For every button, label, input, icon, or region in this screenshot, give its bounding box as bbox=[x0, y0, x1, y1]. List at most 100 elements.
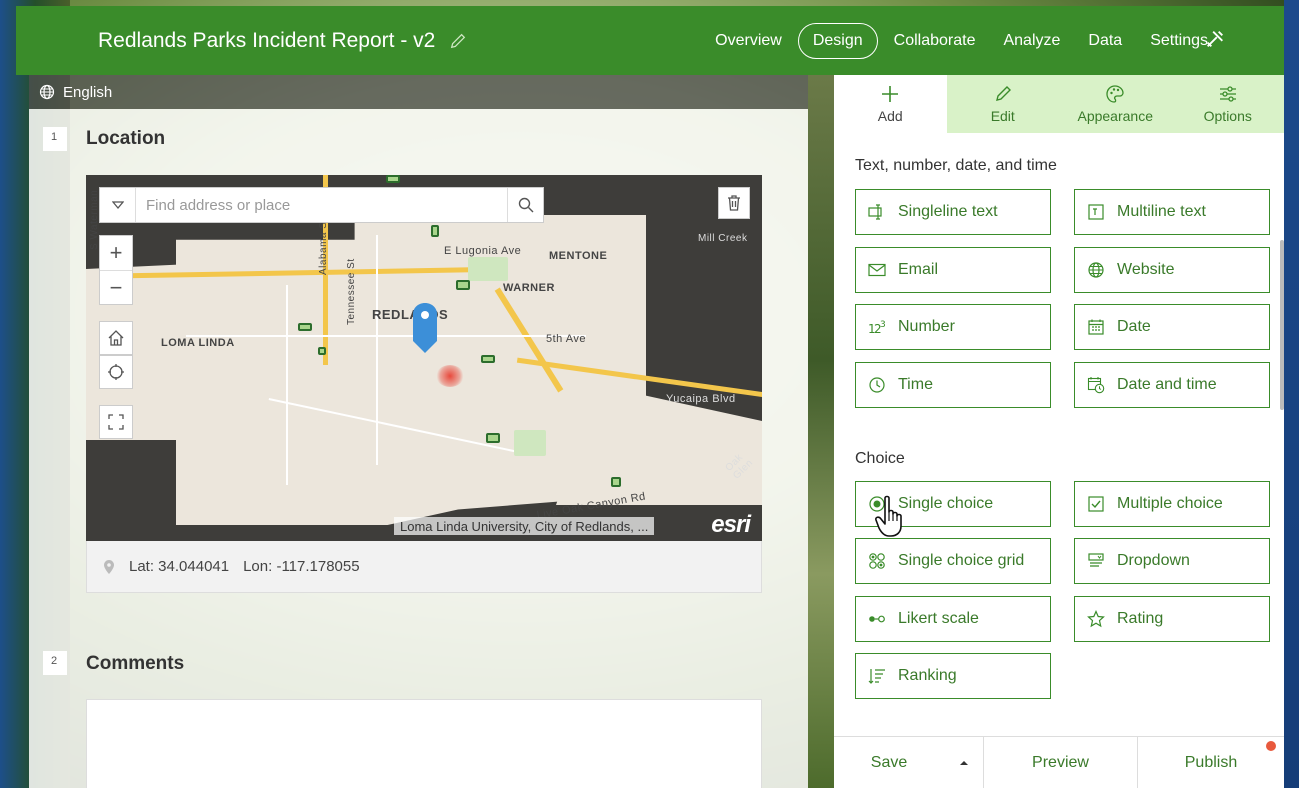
location-map[interactable]: LOMA LINDA REDLANDS MENTONE WARNER E Lug… bbox=[86, 175, 762, 541]
dropdown-icon bbox=[1088, 553, 1104, 567]
unpublished-changes-dot bbox=[1266, 741, 1276, 751]
language-bar[interactable]: English bbox=[29, 75, 808, 109]
save-options-button[interactable] bbox=[944, 737, 984, 788]
question-title-location[interactable]: Location bbox=[86, 128, 165, 150]
question-number-2: 2 bbox=[43, 651, 67, 675]
edit-title-icon[interactable] bbox=[449, 32, 467, 50]
map-park bbox=[386, 175, 400, 183]
map-label-mill-creek: Mill Creek bbox=[698, 233, 748, 244]
tools-icon[interactable] bbox=[1204, 28, 1226, 50]
number-icon: 123 bbox=[868, 320, 886, 336]
map-label-yucaipa: Yucaipa Blvd bbox=[666, 393, 736, 405]
pencil-icon bbox=[995, 86, 1011, 101]
add-likert-scale-button[interactable]: Likert scale bbox=[855, 596, 1051, 642]
nav-collaborate[interactable]: Collaborate bbox=[882, 24, 988, 58]
nav-design[interactable]: Design bbox=[797, 22, 878, 59]
map-label-lugonia: E Lugonia Ave bbox=[444, 245, 522, 257]
tab-appearance[interactable]: Appearance bbox=[1059, 75, 1172, 133]
incident-marker bbox=[436, 365, 464, 387]
search-input[interactable] bbox=[136, 196, 507, 214]
tab-add[interactable]: Add bbox=[834, 75, 947, 133]
section-title-text: Text, number, date, and time bbox=[855, 157, 1057, 174]
search-source-dropdown[interactable] bbox=[100, 188, 136, 222]
locate-button[interactable] bbox=[99, 355, 133, 389]
publish-label: Publish bbox=[1184, 753, 1238, 771]
preview-button[interactable]: Preview bbox=[984, 737, 1138, 788]
singleline-text-label: Singleline text bbox=[898, 203, 998, 220]
add-multiline-text-button[interactable]: Multiline text bbox=[1074, 189, 1270, 235]
add-date-button[interactable]: Date bbox=[1074, 304, 1270, 350]
map-attribution[interactable]: Loma Linda University, City of Redlands,… bbox=[394, 517, 655, 535]
chevron-down-icon bbox=[111, 201, 124, 210]
globe-icon bbox=[39, 84, 55, 100]
esri-logo: esri bbox=[711, 511, 751, 538]
tab-edit-label: Edit bbox=[990, 108, 1015, 124]
zoom-controls: + − bbox=[99, 235, 133, 305]
add-multiple-choice-button[interactable]: Multiple choice bbox=[1074, 481, 1270, 527]
add-dropdown-button[interactable]: Dropdown bbox=[1074, 538, 1270, 584]
add-website-button[interactable]: Website bbox=[1074, 247, 1270, 293]
zoom-out-button[interactable]: − bbox=[100, 270, 132, 304]
home-icon bbox=[108, 330, 124, 346]
caret-up-icon bbox=[959, 760, 968, 765]
sliders-icon bbox=[1219, 86, 1236, 102]
email-label: Email bbox=[898, 261, 939, 278]
add-number-button[interactable]: 123 Number bbox=[855, 304, 1051, 350]
home-button[interactable] bbox=[99, 321, 133, 355]
map-park bbox=[611, 477, 621, 487]
fullscreen-button[interactable] bbox=[99, 405, 133, 439]
svg-text:3: 3 bbox=[880, 320, 886, 330]
likert-icon bbox=[869, 615, 885, 623]
panel-tabs: Add Edit Appearance Options bbox=[834, 75, 1284, 133]
map-label-alabama: Alabama St bbox=[318, 218, 329, 275]
save-button[interactable]: Save bbox=[834, 737, 944, 788]
location-pin-icon[interactable] bbox=[412, 301, 438, 355]
section-title-choice: Choice bbox=[855, 450, 905, 467]
rating-label: Rating bbox=[1117, 610, 1164, 627]
latitude-value: Lat: 34.044041 bbox=[129, 558, 230, 575]
add-rating-button[interactable]: Rating bbox=[1074, 596, 1270, 642]
website-label: Website bbox=[1117, 261, 1175, 278]
tab-options[interactable]: Options bbox=[1172, 75, 1285, 133]
clear-location-button[interactable] bbox=[718, 187, 750, 219]
zoom-in-button[interactable]: + bbox=[100, 236, 132, 270]
multiline-text-label: Multiline text bbox=[1117, 203, 1206, 220]
question-title-comments[interactable]: Comments bbox=[86, 653, 184, 675]
map-park bbox=[481, 355, 495, 363]
longitude-value: Lon: -117.178055 bbox=[243, 558, 360, 575]
map-park bbox=[318, 347, 326, 355]
publish-button[interactable]: Publish bbox=[1138, 737, 1284, 788]
survey-title: Redlands Parks Incident Report - v2 bbox=[98, 28, 436, 52]
single-choice-label: Single choice bbox=[898, 495, 994, 512]
envelope-icon bbox=[868, 263, 886, 277]
trash-icon bbox=[728, 195, 740, 211]
calendar-clock-icon bbox=[1087, 377, 1105, 394]
panel-scrollbar[interactable] bbox=[1280, 240, 1284, 410]
search-icon bbox=[518, 197, 533, 213]
nav-overview[interactable]: Overview bbox=[703, 24, 794, 58]
add-time-button[interactable]: Time bbox=[855, 362, 1051, 408]
tab-appearance-label: Appearance bbox=[1077, 108, 1153, 124]
add-date-and-time-button[interactable]: Date and time bbox=[1074, 362, 1270, 408]
nav-analyze[interactable]: Analyze bbox=[991, 24, 1072, 58]
plus-icon bbox=[882, 86, 899, 102]
background-right-edge bbox=[1284, 0, 1299, 788]
add-email-button[interactable]: Email bbox=[855, 247, 1051, 293]
map-street bbox=[186, 335, 586, 337]
likert-scale-label: Likert scale bbox=[898, 610, 979, 627]
add-single-choice-grid-button[interactable]: Single choice grid bbox=[855, 538, 1051, 584]
ranking-icon bbox=[868, 669, 885, 684]
map-search bbox=[99, 187, 544, 223]
tab-edit[interactable]: Edit bbox=[947, 75, 1060, 133]
multiple-choice-label: Multiple choice bbox=[1117, 495, 1223, 512]
comments-input[interactable] bbox=[86, 699, 762, 788]
add-singleline-text-button[interactable]: Singleline text bbox=[855, 189, 1051, 235]
background-gap bbox=[808, 75, 834, 788]
add-ranking-button[interactable]: Ranking bbox=[855, 653, 1051, 699]
choice-grid-icon bbox=[869, 553, 885, 569]
nav-data[interactable]: Data bbox=[1076, 24, 1134, 58]
panel-footer: Save Preview Publish bbox=[834, 736, 1284, 788]
date-label: Date bbox=[1117, 318, 1151, 335]
main-nav: Overview Design Collaborate Analyze Data… bbox=[703, 22, 1220, 59]
search-button[interactable] bbox=[507, 188, 543, 222]
